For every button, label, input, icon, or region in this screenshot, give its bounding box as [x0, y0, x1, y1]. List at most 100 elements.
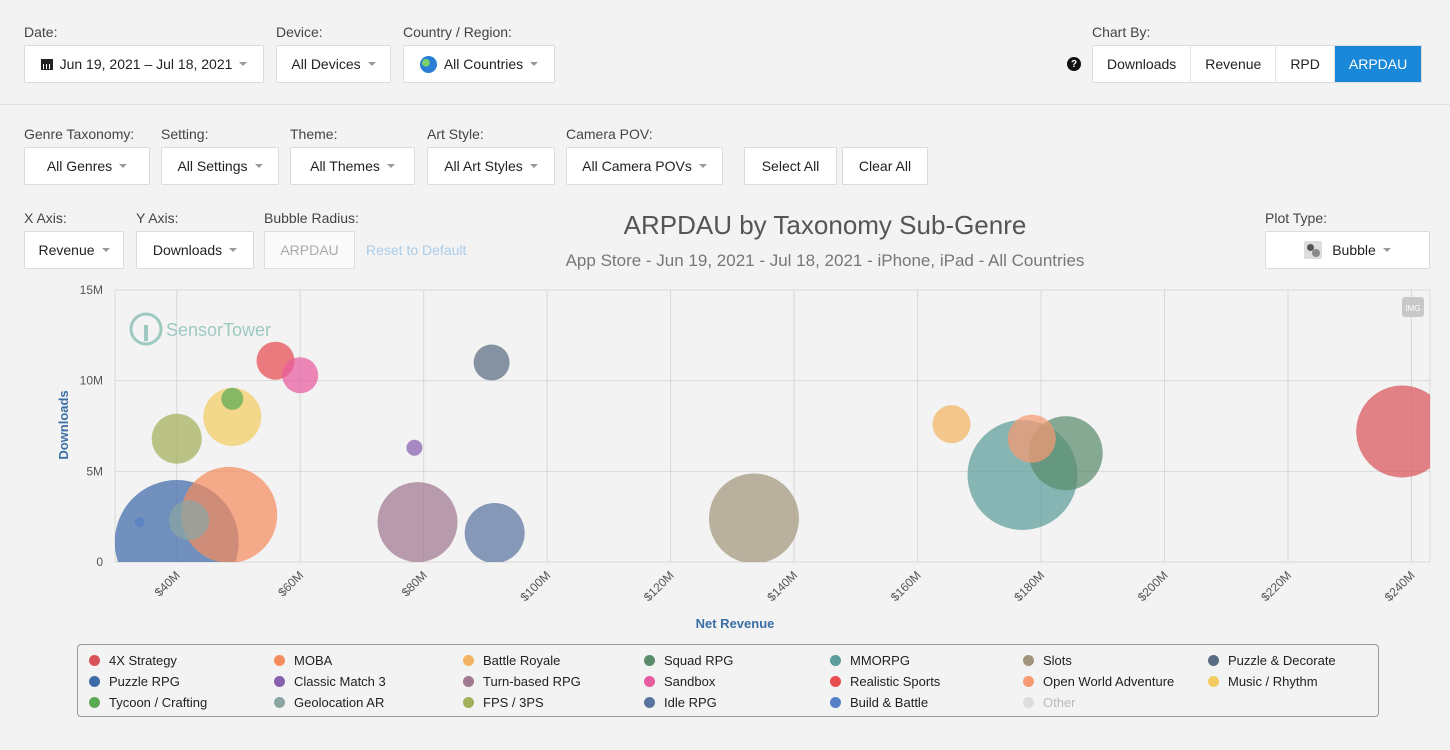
legend-swatch — [1023, 655, 1034, 666]
bubble-battle-royale[interactable] — [932, 405, 971, 444]
bubble-sandbox[interactable] — [282, 357, 319, 394]
legend-label: Classic Match 3 — [294, 674, 386, 689]
bubble-fps-3ps[interactable] — [151, 413, 202, 464]
chart-by-arpdau-button[interactable]: ARPDAU — [1334, 46, 1422, 82]
x-tick-label: $140M — [764, 568, 800, 604]
bubble-classic-match-3[interactable] — [406, 439, 423, 456]
legend-label: FPS / 3PS — [483, 695, 544, 710]
chevron-down-icon — [1382, 248, 1391, 252]
legend-label: MOBA — [294, 653, 333, 668]
reset-to-default-link[interactable]: Reset to Default — [366, 242, 466, 258]
y-axis-dropdown[interactable]: Downloads — [136, 231, 254, 269]
calendar-icon — [40, 58, 53, 70]
x-axis-dropdown[interactable]: Revenue — [24, 231, 124, 269]
genre-dropdown[interactable]: All Genres — [24, 147, 150, 185]
legend-item-build-battle[interactable]: Build & Battle — [830, 695, 928, 710]
y-tick-label: 5M — [86, 464, 103, 478]
setting-dropdown[interactable]: All Settings — [161, 147, 279, 185]
legend-label: Open World Adventure — [1043, 674, 1175, 689]
bubble-puzzle-decorate[interactable] — [473, 344, 510, 381]
legend-item-puzzle-rpg[interactable]: Puzzle RPG — [89, 674, 180, 689]
chart-by-revenue-button[interactable]: Revenue — [1191, 46, 1277, 82]
x-axis-title: Net Revenue — [696, 616, 775, 631]
bubble-4x-strategy[interactable] — [1356, 385, 1448, 478]
chart-legend: 4X Strategy MOBA Battle Royale Squad RPG MMO… — [77, 644, 1379, 717]
legend-item-tycoon-crafting[interactable]: Tycoon / Crafting — [89, 695, 207, 710]
chevron-down-icon — [239, 62, 248, 66]
device-dropdown[interactable]: All Devices — [276, 45, 391, 83]
select-all-button[interactable]: Select All — [744, 147, 837, 185]
bubble-geolocation-ar[interactable] — [169, 500, 210, 541]
legend-label: Turn-based RPG — [483, 674, 581, 689]
bubble-build-battle[interactable] — [134, 517, 145, 528]
theme-dropdown[interactable]: All Themes — [290, 147, 415, 185]
legend-item-turn-based-rpg[interactable]: Turn-based RPG — [463, 674, 581, 689]
legend-item-idle-rpg[interactable]: Idle RPG — [644, 695, 717, 710]
bubble-turn-based-rpg[interactable] — [377, 482, 458, 562]
camera-pov-dropdown[interactable]: All Camera POVs — [566, 147, 723, 185]
device-label: Device: — [276, 24, 323, 40]
y-axis-title: Downloads — [56, 390, 71, 459]
art-style-value: All Art Styles — [444, 158, 523, 174]
bubble-chart-icon — [1304, 241, 1323, 259]
legend-label: Music / Rhythm — [1228, 674, 1318, 689]
legend-swatch — [1023, 676, 1034, 687]
legend-swatch — [274, 655, 285, 666]
clear-all-button[interactable]: Clear All — [842, 147, 928, 185]
legend-swatch — [463, 676, 474, 687]
chart-by-label: Chart By: — [1092, 24, 1151, 40]
chart-by-downloads-button[interactable]: Downloads — [1093, 46, 1192, 82]
bubble-radius-field[interactable]: ARPDAU — [264, 231, 355, 269]
sensortower-watermark: SensorTower — [129, 312, 271, 346]
country-dropdown[interactable]: All Countries — [403, 45, 555, 83]
art-style-label: Art Style: — [427, 126, 484, 142]
x-tick-label: $120M — [641, 568, 677, 604]
art-style-dropdown[interactable]: All Art Styles — [427, 147, 555, 185]
legend-item-other[interactable]: Other — [1023, 695, 1076, 710]
legend-item-open-world-adventure[interactable]: Open World Adventure — [1023, 674, 1174, 689]
chevron-down-icon — [101, 248, 110, 252]
legend-item-fps-3ps[interactable]: FPS / 3PS — [463, 695, 544, 710]
bubble-tycoon-crafting[interactable] — [221, 387, 244, 410]
img-export-button[interactable]: IMG — [1402, 297, 1424, 317]
x-tick-label: $100M — [517, 568, 553, 604]
legend-item-music-rhythm[interactable]: Music / Rhythm — [1208, 674, 1318, 689]
legend-item-moba[interactable]: MOBA — [274, 653, 332, 668]
bubble-open-world-adventure[interactable] — [1007, 414, 1056, 463]
plot-type-value: Bubble — [1332, 242, 1376, 258]
help-icon[interactable]: ? — [1067, 57, 1081, 71]
chart-subtitle: App Store - Jun 19, 2021 - Jul 18, 2021 … — [565, 251, 1085, 270]
chevron-down-icon — [229, 248, 238, 252]
date-range-value: Jun 19, 2021 – Jul 18, 2021 — [59, 56, 233, 72]
section-divider — [0, 104, 1450, 105]
chevron-down-icon — [530, 62, 539, 66]
camera-pov-label: Camera POV: — [566, 126, 653, 142]
legend-item-geolocation-ar[interactable]: Geolocation AR — [274, 695, 384, 710]
date-range-dropdown[interactable]: Jun 19, 2021 – Jul 18, 2021 — [24, 45, 264, 83]
chevron-down-icon — [529, 164, 538, 168]
y-tick-label: 15M — [80, 283, 103, 297]
legend-item-puzzle-decorate[interactable]: Puzzle & Decorate — [1208, 653, 1336, 668]
chevron-down-icon — [367, 62, 376, 66]
legend-item-4x-strategy[interactable]: 4X Strategy — [89, 653, 177, 668]
bubble-idle-rpg[interactable] — [464, 502, 525, 563]
legend-swatch — [1208, 655, 1219, 666]
setting-label: Setting: — [161, 126, 209, 142]
chart-by-rpd-button[interactable]: RPD — [1276, 46, 1335, 82]
legend-item-realistic-sports[interactable]: Realistic Sports — [830, 674, 940, 689]
x-tick-label: $160M — [888, 568, 924, 604]
legend-item-squad-rpg[interactable]: Squad RPG — [644, 653, 733, 668]
legend-item-sandbox[interactable]: Sandbox — [644, 674, 715, 689]
bubble-slots[interactable] — [708, 473, 799, 563]
device-value: All Devices — [291, 56, 361, 72]
legend-item-battle-royale[interactable]: Battle Royale — [463, 653, 560, 668]
bubble-chart: $40M $60M $80M $100M $120M $140M $160M $180M $20… — [56, 283, 1448, 631]
img-badge-text: IMG — [1405, 304, 1420, 313]
legend-item-slots[interactable]: Slots — [1023, 653, 1072, 668]
plot-type-dropdown[interactable]: Bubble — [1265, 231, 1430, 269]
legend-item-mmorpg[interactable]: MMORPG — [830, 653, 910, 668]
legend-label: Build & Battle — [850, 695, 929, 710]
legend-item-classic-match-3[interactable]: Classic Match 3 — [274, 674, 386, 689]
legend-label: 4X Strategy — [109, 653, 177, 668]
legend-swatch — [89, 655, 100, 666]
